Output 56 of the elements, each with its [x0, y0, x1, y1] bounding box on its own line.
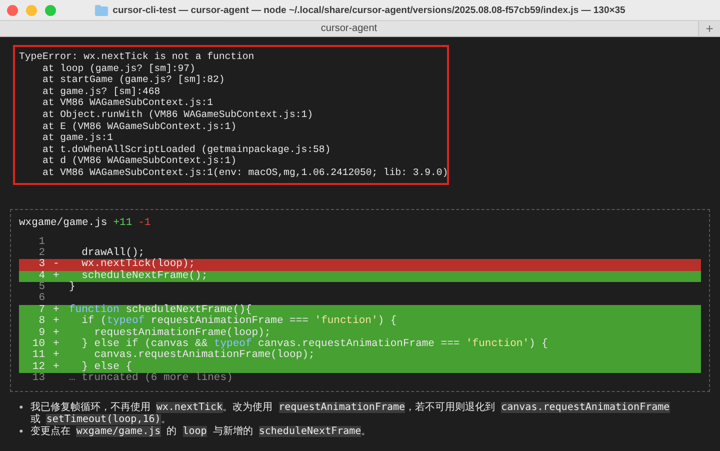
- terminal-tab[interactable]: cursor-agent: [0, 21, 698, 36]
- bullet: •: [18, 426, 24, 438]
- diff-sign: +: [53, 315, 60, 328]
- line-number: 6: [38, 293, 45, 305]
- minimize-button[interactable]: [26, 5, 37, 16]
- code-line: scheduleNextFrame();: [80, 270, 208, 282]
- close-button[interactable]: [7, 5, 18, 16]
- line-number: 9: [38, 328, 45, 339]
- truncated-note: … truncated (6 more lines): [69, 373, 233, 385]
- stack-trace-line: at d (VM86 WAGameSubContext.js:1): [42, 155, 238, 167]
- diff-sign: +: [53, 326, 60, 339]
- summary-text: 变更点在 wxgame/game.js 的 loop 与新增的 scheduleNextFrame。: [30, 426, 372, 438]
- removed-count: -1: [138, 216, 151, 230]
- code-line: if (typeof requestAnimationFrame === 'function') {: [80, 316, 397, 328]
- code-line: canvas.requestAnimationFrame(loop);: [93, 350, 315, 362]
- diff-sign: -: [53, 258, 60, 270]
- code-line: wx.nextTick(loop);: [80, 259, 196, 270]
- line-number: 12: [31, 362, 45, 373]
- diff-sign: +: [53, 270, 60, 282]
- folder-icon: [94, 4, 108, 16]
- diff-sign: +: [53, 304, 60, 316]
- added-count: +11: [113, 216, 132, 230]
- zoom-button[interactable]: [45, 5, 56, 16]
- line-number: 1: [38, 236, 45, 248]
- code-line: function scheduleNextFrame(){: [69, 304, 252, 316]
- stack-trace-line: at loop (game.js? [sm]:97): [42, 62, 196, 74]
- stack-trace-line: at t.doWhenAllScriptLoaded (getmainpackage.js:58): [42, 144, 332, 156]
- stack-trace-line: at startGame (game.js? [sm]:82): [42, 74, 226, 86]
- line-number: 10: [31, 339, 45, 350]
- stack-trace-line: TypeError: wx.nextTick is not a function: [19, 51, 256, 63]
- code-line: } else if (canvas && typeof canvas.requestAnimationFrame === 'function') {: [80, 339, 548, 350]
- code-line: } else {: [80, 362, 132, 373]
- line-number: 2: [38, 248, 45, 259]
- line-number: 4: [38, 270, 45, 282]
- diff-sign: +: [53, 349, 60, 362]
- stack-trace-line: at Object.runWith (VM86 WAGameSubContext.js:1): [42, 108, 314, 121]
- stack-trace-line: at VM86 WAGameSubContext.js:1: [42, 97, 214, 109]
- line-number: 7: [38, 304, 45, 316]
- line-number: 8: [38, 316, 45, 328]
- code-line: }: [69, 282, 76, 294]
- diff-file-path: wxgame/game.js: [19, 216, 108, 230]
- code-line: drawAll();: [80, 248, 145, 259]
- summary-text: 我已修复帧循环，不再使用 wx.nextTick。改为使用 requestAnimationFrame，若不可用则退化到 canvas.requestAnimationFrame 或 setTimeout(loop,16)。: [30, 402, 670, 426]
- diff-sign: +: [53, 360, 60, 373]
- stack-trace-line: at game.js:1: [42, 132, 114, 144]
- code-line: requestAnimationFrame(loop);: [93, 328, 271, 339]
- line-number: 3: [38, 259, 45, 271]
- diff-sign: +: [53, 338, 60, 350]
- new-tab-button[interactable]: +: [698, 21, 720, 36]
- line-number: 13: [31, 373, 45, 385]
- line-number: 11: [31, 350, 45, 362]
- stack-trace-line: at E (VM86 WAGameSubContext.js:1): [42, 120, 238, 132]
- line-number: 5: [38, 282, 45, 294]
- stack-trace-line: at game.js? [sm]:468: [42, 86, 162, 98]
- bullet: •: [18, 402, 24, 416]
- window-title: cursor-cli-test — cursor-agent — node ~/.local/share/cursor-agent/versions/2025.08.08-f57cb59/index.js — 130×35: [112, 4, 626, 16]
